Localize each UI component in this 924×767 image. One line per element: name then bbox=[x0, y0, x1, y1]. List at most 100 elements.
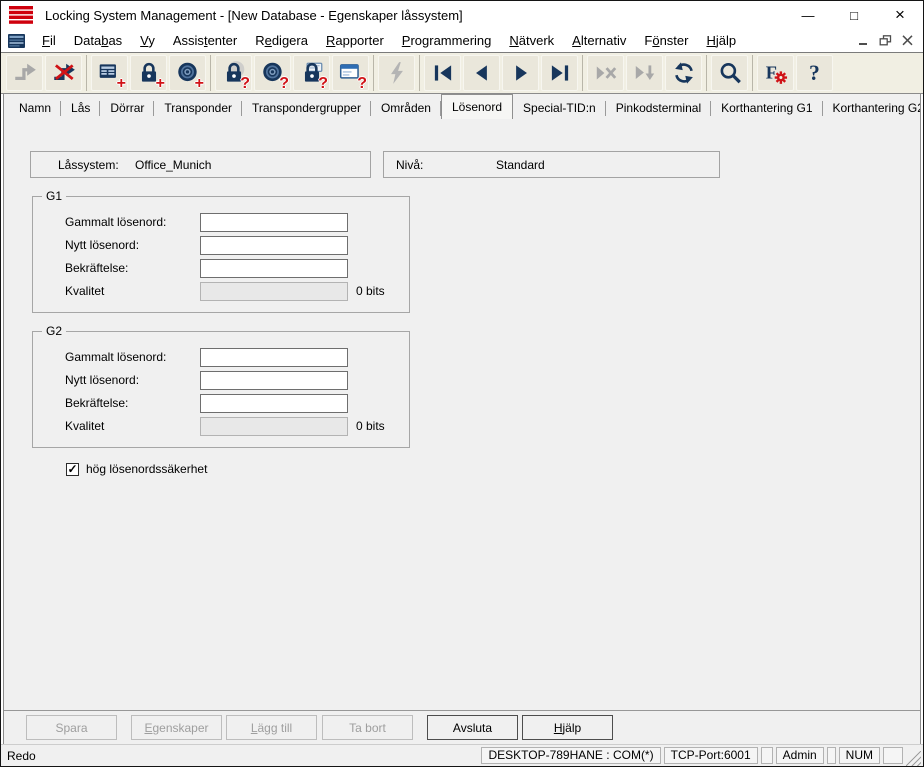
g2-quality-row: Kvalitet0 bits bbox=[65, 416, 409, 436]
resize-grip[interactable] bbox=[906, 751, 921, 766]
read-transponder-badge: ? bbox=[279, 75, 289, 93]
password-groups: G1Gammalt lösenord:Nytt lösenord:Bekräft… bbox=[4, 196, 920, 448]
avsluta-button[interactable]: Avsluta bbox=[427, 715, 518, 740]
tab-special-tid-n[interactable]: Special-TID:n bbox=[513, 98, 606, 119]
mdi-minimize-icon[interactable] bbox=[857, 35, 870, 46]
menu-rapporter[interactable]: Rapporter bbox=[317, 33, 393, 48]
g2-old-password-input[interactable] bbox=[200, 348, 348, 367]
hj-lp-button[interactable]: Hjälp bbox=[522, 715, 613, 740]
toolbar-separator bbox=[210, 55, 211, 91]
maximize-button[interactable]: □ bbox=[831, 1, 877, 29]
tab-l-s[interactable]: Lås bbox=[61, 98, 100, 119]
nav-prev-icon bbox=[469, 60, 495, 86]
window-title: Locking System Management - [New Databas… bbox=[45, 8, 463, 23]
status-panel-admin: Admin bbox=[776, 747, 824, 764]
menu-bar: FilDatabasVyAssistenterRedigeraRapporter… bbox=[1, 29, 923, 53]
tab-korthantering-g2[interactable]: Korthantering G2 bbox=[823, 98, 922, 119]
g1-quality-label: Kvalitet bbox=[65, 284, 200, 298]
menu-hj-lp[interactable]: Hjälp bbox=[697, 33, 745, 48]
status-panel-empty bbox=[883, 747, 903, 764]
tab-pinkodsterminal[interactable]: Pinkodsterminal bbox=[606, 98, 711, 119]
tab-transponder[interactable]: Transponder bbox=[154, 98, 242, 119]
search-icon bbox=[717, 60, 743, 86]
tab-transpondergrupper[interactable]: Transpondergrupper bbox=[242, 98, 371, 119]
lock-system-panel: Låssystem: Office_Munich bbox=[30, 151, 371, 178]
help-button[interactable]: ? bbox=[796, 55, 833, 91]
tab-d-rrar[interactable]: Dörrar bbox=[100, 98, 154, 119]
g2-confirmation-input[interactable] bbox=[200, 394, 348, 413]
g1-quality-bits: 0 bits bbox=[356, 284, 385, 298]
nav-last-icon bbox=[547, 60, 573, 86]
menu-databas[interactable]: Databas bbox=[65, 33, 131, 48]
menu-programmering[interactable]: Programmering bbox=[393, 33, 501, 48]
disconnect-icon bbox=[51, 60, 77, 86]
nav-first-button[interactable] bbox=[424, 55, 461, 91]
g1-quality-field bbox=[200, 282, 348, 301]
nav-prev-button[interactable] bbox=[463, 55, 500, 91]
nav-last-button[interactable] bbox=[541, 55, 578, 91]
toolbar: +++????F? bbox=[1, 53, 923, 94]
tab-korthantering-g1[interactable]: Korthantering G1 bbox=[711, 98, 822, 119]
g2-new-password-input[interactable] bbox=[200, 371, 348, 390]
toolbar-separator bbox=[582, 55, 583, 91]
tab-strip: NamnLåsDörrarTransponderTranspondergrupp… bbox=[4, 94, 920, 119]
g1-confirmation-input[interactable] bbox=[200, 259, 348, 278]
g1-old-password-row: Gammalt lösenord: bbox=[65, 212, 409, 232]
refresh-button[interactable] bbox=[665, 55, 702, 91]
help-icon: ? bbox=[802, 60, 828, 86]
menu-redigera[interactable]: Redigera bbox=[246, 33, 317, 48]
menu-fil[interactable]: Fil bbox=[33, 33, 65, 48]
groupbox-g2: G2Gammalt lösenord:Nytt lösenord:Bekräft… bbox=[32, 331, 410, 448]
read-lock-card-badge: ? bbox=[318, 75, 328, 93]
g2-confirmation-row: Bekräftelse: bbox=[65, 393, 409, 413]
menu-assistenter[interactable]: Assistenter bbox=[164, 33, 246, 48]
read-transponder-button[interactable]: ? bbox=[254, 55, 291, 91]
g2-quality-field bbox=[200, 417, 348, 436]
mdi-restore-icon[interactable] bbox=[879, 35, 892, 46]
mdi-close-icon[interactable] bbox=[901, 35, 914, 46]
g1-new-password-input[interactable] bbox=[200, 236, 348, 255]
nav-cancel-icon bbox=[593, 60, 619, 86]
lock-system-label: Låssystem: bbox=[58, 158, 135, 172]
groupbox-g1: G1Gammalt lösenord:Nytt lösenord:Bekräft… bbox=[32, 196, 410, 313]
new-locking-system-button[interactable]: + bbox=[91, 55, 128, 91]
level-value: Standard bbox=[496, 158, 545, 172]
filter-button[interactable]: F bbox=[757, 55, 794, 91]
disconnect-button[interactable] bbox=[45, 55, 82, 91]
menu-vy[interactable]: Vy bbox=[131, 33, 164, 48]
tab-omr-den[interactable]: Områden bbox=[371, 98, 441, 119]
high-security-checkbox[interactable]: ✓ bbox=[66, 463, 79, 476]
info-row: Låssystem: Office_Munich Nivå: Standard bbox=[30, 151, 920, 178]
g1-old-password-input[interactable] bbox=[200, 213, 348, 232]
add-transponder-button[interactable]: + bbox=[169, 55, 206, 91]
add-transponder-badge: + bbox=[195, 75, 204, 93]
read-window-button[interactable]: ? bbox=[332, 55, 369, 91]
status-panel-tcp-port-6001: TCP-Port:6001 bbox=[664, 747, 758, 764]
toolbar-separator bbox=[752, 55, 753, 91]
filter-icon: F bbox=[763, 60, 789, 86]
nav-next-button[interactable] bbox=[502, 55, 539, 91]
read-lock-card-button[interactable]: ? bbox=[293, 55, 330, 91]
tab-l-senord[interactable]: Lösenord bbox=[441, 94, 513, 119]
g1-quality-row: Kvalitet 0 bits bbox=[65, 281, 409, 301]
menu-n-tverk[interactable]: Nätverk bbox=[500, 33, 563, 48]
toolbar-separator bbox=[419, 55, 420, 91]
spara-button: Spara bbox=[26, 715, 117, 740]
minimize-button[interactable]: — bbox=[785, 1, 831, 29]
menu-alternativ[interactable]: Alternativ bbox=[563, 33, 635, 48]
g1-confirmation-row: Bekräftelse: bbox=[65, 258, 409, 278]
close-button[interactable]: × bbox=[877, 1, 923, 29]
search-button[interactable] bbox=[711, 55, 748, 91]
read-lock-button[interactable]: ? bbox=[215, 55, 252, 91]
tab-namn[interactable]: Namn bbox=[9, 98, 61, 119]
toolbar-separator bbox=[86, 55, 87, 91]
add-lock-button[interactable]: + bbox=[130, 55, 167, 91]
g2-quality-bits: 0 bits bbox=[356, 419, 385, 433]
connect-button bbox=[6, 55, 43, 91]
document-icon bbox=[8, 34, 25, 48]
read-window-badge: ? bbox=[357, 75, 367, 93]
status-panel-empty bbox=[827, 747, 836, 764]
menu-f-nster[interactable]: Fönster bbox=[635, 33, 697, 48]
nav-skip-icon bbox=[632, 60, 658, 86]
ta-bort-button: Ta bort bbox=[322, 715, 413, 740]
